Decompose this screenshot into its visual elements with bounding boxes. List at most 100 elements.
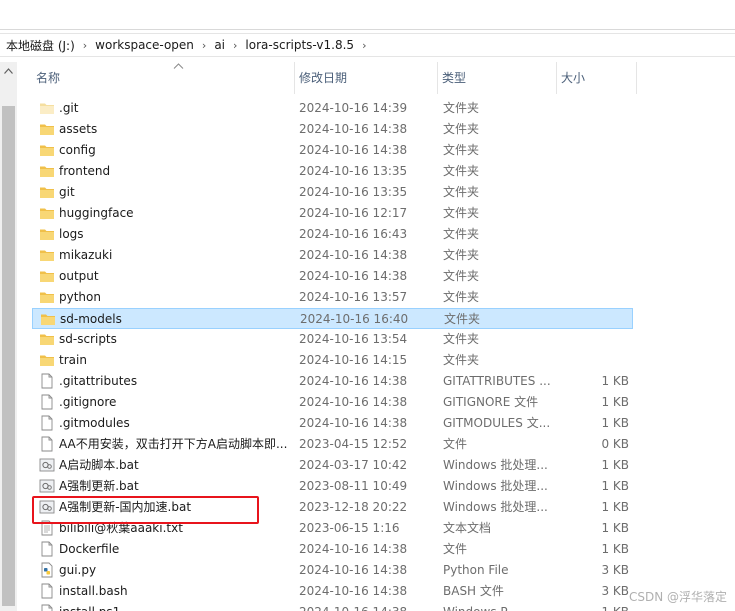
file-name: huggingface (59, 206, 134, 220)
file-size: 1 KB (601, 500, 629, 514)
file-type: 文件夹 (443, 248, 480, 262)
file-row[interactable]: AA不用安装，双击打开下方A启动脚本即... 2023-04-15 12:52 文件… (32, 434, 633, 455)
folder-icon (39, 184, 55, 200)
file-date: 2024-10-16 16:43 (299, 227, 408, 241)
file-row[interactable]: Dockerfile 2024-10-16 14:38 文件 1 KB (32, 539, 633, 560)
column-name[interactable]: 名称 (32, 62, 295, 94)
file-name: A启动脚本.bat (59, 458, 139, 472)
file-name: install.bash (59, 584, 128, 598)
batch-file-icon (39, 457, 55, 473)
file-size (562, 287, 629, 308)
file-row[interactable]: .gitignore 2024-10-16 14:38 GITIGNORE 文件 1 … (32, 392, 633, 413)
scroll-up-button[interactable] (0, 62, 17, 79)
file-row[interactable]: config 2024-10-16 14:38 文件夹 (32, 140, 633, 161)
file-size: 1 KB (601, 521, 629, 535)
file-type: 文件 (443, 542, 468, 556)
file-date: 2024-10-16 13:35 (299, 185, 408, 199)
file-row[interactable]: install.bash 2024-10-16 14:38 BASH 文件 3 KB (32, 581, 633, 602)
file-row[interactable]: A强制更新-国内加速.bat 2023-12-18 20:22 Windows 批处… (32, 497, 633, 518)
folder-icon (39, 331, 55, 347)
column-size-label: 大小 (561, 71, 586, 85)
breadcrumb-workspace[interactable]: workspace-open (95, 38, 194, 52)
folder-icon (39, 205, 55, 221)
column-name-label: 名称 (36, 71, 61, 85)
vertical-scrollbar[interactable] (0, 62, 17, 611)
folder-icon (40, 311, 56, 327)
file-icon (39, 436, 55, 452)
file-name: install.ps1 (59, 602, 289, 611)
file-name: A强制更新-国内加速.bat (59, 500, 192, 514)
chevron-right-icon: › (233, 38, 238, 52)
file-date: 2024-10-16 13:54 (299, 332, 408, 346)
file-row[interactable]: huggingface 2024-10-16 12:17 文件夹 (32, 203, 633, 224)
file-size (562, 203, 629, 224)
file-icon (39, 373, 55, 389)
file-row[interactable]: output 2024-10-16 14:38 文件夹 (32, 266, 633, 287)
file-type: BASH 文件 (443, 584, 504, 598)
folder-icon (39, 247, 55, 263)
file-row[interactable]: mikazuki 2024-10-16 14:38 文件夹 (32, 245, 633, 266)
file-name: Dockerfile (59, 542, 120, 556)
file-row[interactable]: train 2024-10-16 14:15 文件夹 (32, 350, 633, 371)
file-type: Windows 批处理... (443, 479, 548, 493)
file-size: 1 KB (601, 416, 629, 430)
breadcrumb-drive[interactable]: 本地磁盘 (J:) (6, 37, 75, 54)
file-name: python (59, 290, 101, 304)
file-row[interactable]: install.ps1 2024-10-16 14:38 Windows P... 1… (32, 602, 633, 611)
text-file-icon (39, 520, 55, 536)
folder-icon (39, 121, 55, 137)
file-type: Windows P... (443, 602, 555, 611)
file-icon (39, 583, 55, 599)
file-type: GITATTRIBUTES ... (443, 374, 551, 388)
file-name: bilibili@秋葉aaaki.txt (59, 521, 183, 535)
file-row[interactable]: .git 2024-10-16 14:39 文件夹 (32, 98, 633, 119)
file-date: 2024-10-16 14:38 (299, 602, 439, 611)
folder-light-icon (39, 100, 55, 116)
file-date: 2024-10-16 14:38 (299, 122, 408, 136)
file-row[interactable]: sd-models 2024-10-16 16:40 文件夹 (32, 308, 633, 329)
breadcrumb-ai[interactable]: ai (214, 38, 225, 52)
file-row[interactable]: assets 2024-10-16 14:38 文件夹 (32, 119, 633, 140)
column-type[interactable]: 类型 (438, 62, 557, 94)
file-row[interactable]: bilibili@秋葉aaaki.txt 2023-06-15 1:16 文本文档 1… (32, 518, 633, 539)
file-type: Windows 批处理... (443, 458, 548, 472)
file-row[interactable]: A强制更新.bat 2023-08-11 10:49 Windows 批处理... 1… (32, 476, 633, 497)
file-date: 2024-10-16 14:38 (299, 416, 408, 430)
file-date: 2023-12-18 20:22 (299, 500, 408, 514)
file-date: 2023-06-15 1:16 (299, 521, 400, 535)
file-row[interactable]: sd-scripts 2024-10-16 13:54 文件夹 (32, 329, 633, 350)
folder-icon (39, 352, 55, 368)
file-row[interactable]: gui.py 2024-10-16 14:38 Python File 3 KB (32, 560, 633, 581)
top-search-field[interactable] (0, 0, 735, 30)
file-date: 2024-10-16 14:38 (299, 248, 408, 262)
file-size: 1 KB (601, 395, 629, 409)
column-size[interactable]: 大小 (557, 62, 637, 94)
file-type: 文件夹 (443, 227, 480, 241)
file-row[interactable]: .gitattributes 2024-10-16 14:38 GITATTRIBU… (32, 371, 633, 392)
file-date: 2024-10-16 14:15 (299, 353, 408, 367)
file-type: 文件夹 (443, 332, 480, 346)
file-row[interactable]: .gitmodules 2024-10-16 14:38 GITMODULES 文.… (32, 413, 633, 434)
address-bar[interactable]: 本地磁盘 (J:) › workspace-open › ai › lora-s… (0, 33, 735, 57)
file-row[interactable]: logs 2024-10-16 16:43 文件夹 (32, 224, 633, 245)
file-row[interactable]: frontend 2024-10-16 13:35 文件夹 (32, 161, 633, 182)
folder-icon (39, 163, 55, 179)
file-type: Python File (443, 563, 509, 577)
column-date-label: 修改日期 (299, 71, 348, 85)
file-type: 文件夹 (443, 185, 480, 199)
scroll-thumb[interactable] (2, 106, 15, 606)
file-name: sd-models (60, 312, 122, 326)
file-size (562, 350, 629, 371)
file-name: logs (59, 227, 84, 241)
file-type: 文件夹 (444, 312, 481, 326)
breadcrumb-lora-scripts[interactable]: lora-scripts-v1.8.5 (245, 38, 354, 52)
file-type: 文件夹 (443, 101, 480, 115)
file-name: train (59, 353, 87, 367)
chevron-right-icon: › (362, 38, 367, 52)
file-name: config (59, 143, 96, 157)
column-date[interactable]: 修改日期 (295, 62, 438, 94)
file-row[interactable]: git 2024-10-16 13:35 文件夹 (32, 182, 633, 203)
file-size: 1 KB (601, 458, 629, 472)
file-row[interactable]: python 2024-10-16 13:57 文件夹 (32, 287, 633, 308)
file-row[interactable]: A启动脚本.bat 2024-03-17 10:42 Windows 批处理... 1… (32, 455, 633, 476)
